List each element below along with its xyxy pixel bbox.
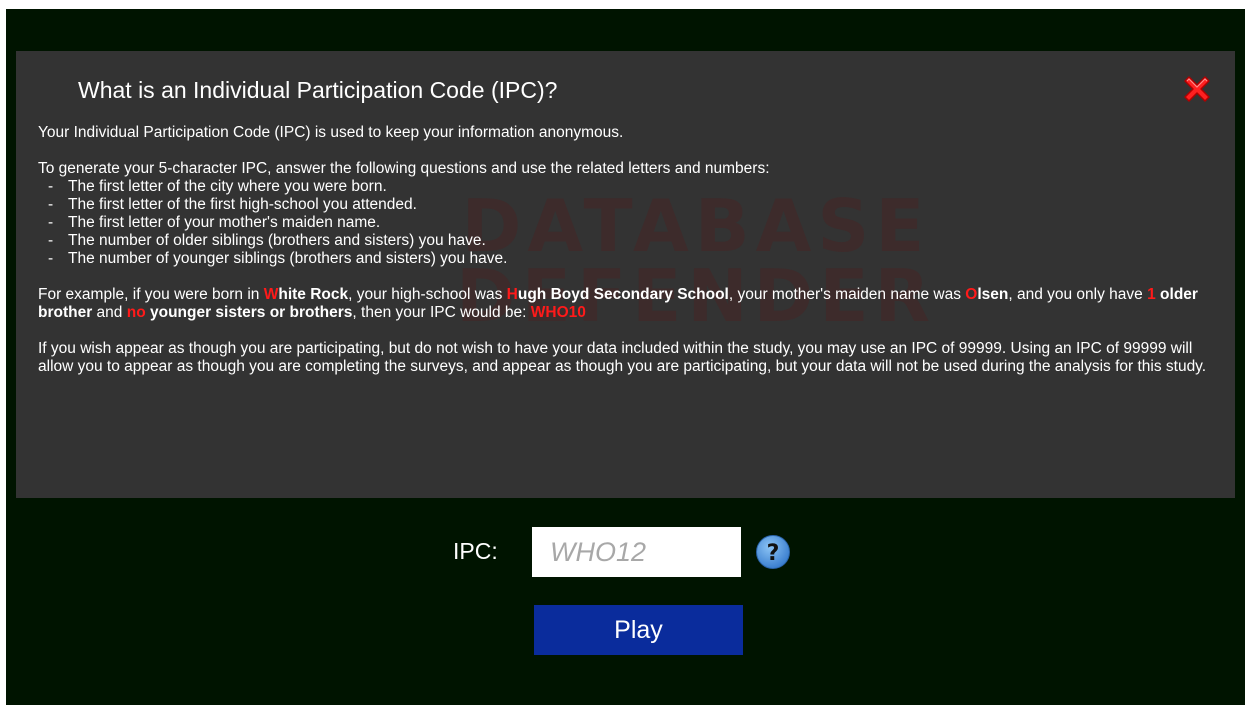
play-button[interactable]: Play (534, 605, 743, 655)
list-item: - The number of younger siblings (brother… (48, 250, 508, 267)
highlight-letter: W (263, 286, 279, 303)
game-screen: DATABASE DEFENDER What is an Individual … (6, 9, 1245, 705)
ipc-entry-row: IPC: ? (6, 526, 1245, 578)
dialog-title: What is an Individual Participation Code… (78, 77, 558, 103)
ipc-input[interactable] (532, 527, 741, 577)
list-item: - The first letter of the first high-scho… (48, 196, 417, 213)
highlight-number: 1 (1147, 286, 1156, 303)
optout-text: If you wish appear as though you are par… (38, 340, 1207, 375)
ipc-info-dialog: DATABASE DEFENDER What is an Individual … (16, 51, 1235, 498)
question-list: - The first letter of the city where you … (38, 178, 1228, 268)
list-item: - The first letter of your mother's maide… (48, 214, 381, 231)
highlight-word: no (126, 304, 146, 321)
example-text: For example, if you were born in White R… (38, 286, 1198, 321)
list-item: - The number of older siblings (brothers … (48, 232, 486, 249)
highlight-letter: O (965, 286, 978, 303)
highlight-letter: H (506, 286, 518, 303)
intro-text: Your Individual Participation Code (IPC)… (38, 124, 624, 141)
svg-text:?: ? (767, 541, 780, 566)
dialog-body: Your Individual Participation Code (IPC)… (38, 124, 1228, 376)
example-ipc-code: WHO10 (530, 304, 586, 321)
list-item: - The first letter of the city where you … (48, 178, 387, 195)
instructions-text: To generate your 5-character IPC, answer… (38, 160, 770, 177)
ipc-label: IPC: (453, 538, 498, 564)
question-mark-icon[interactable]: ? (755, 534, 791, 570)
close-x-icon[interactable] (1177, 69, 1217, 109)
